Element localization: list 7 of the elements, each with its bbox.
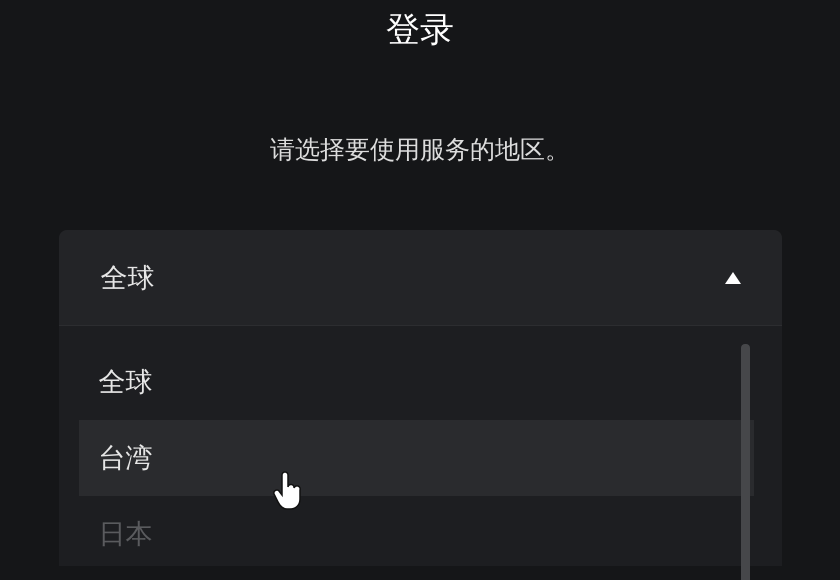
region-prompt: 请选择要使用服务的地区。 <box>270 134 570 166</box>
region-dropdown[interactable]: 全球 <box>58 230 782 326</box>
caret-icon <box>724 270 742 284</box>
scrollbar[interactable] <box>740 344 750 580</box>
hand-cursor-icon <box>272 471 302 511</box>
region-option[interactable]: 全球 <box>78 344 754 420</box>
page-title: 登录 <box>386 9 454 52</box>
